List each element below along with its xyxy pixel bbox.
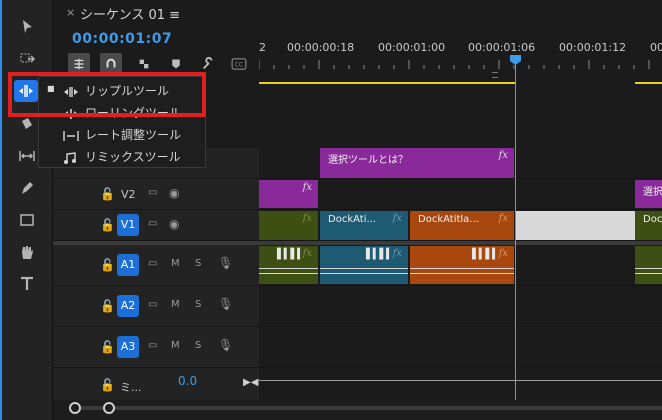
lock-icon[interactable]: 🔓 (100, 378, 115, 392)
audio-clip[interactable]: ▌▍▌▍ fx (410, 246, 514, 284)
sync-lock-icon[interactable]: ▭ (148, 187, 157, 198)
ruler-label: 00:00:01:00 (378, 41, 446, 54)
ruler-label: 00:00:00:18 (287, 41, 355, 54)
audio-waveform-icon: ▌▍▌▍ (366, 249, 394, 260)
rate-stretch-tool-icon (63, 130, 79, 141)
track-area-mix (259, 368, 662, 401)
panel-focus-bar (0, 0, 2, 420)
ruler-grip-icon[interactable] (492, 72, 498, 78)
menu-item-remix-tool[interactable]: リミックスツール (61, 148, 181, 165)
sync-lock-icon[interactable]: ▭ (148, 340, 157, 351)
ruler-ticks (259, 60, 650, 69)
lock-icon[interactable]: 🔓 (100, 340, 115, 354)
close-tab-icon[interactable]: × (66, 6, 75, 19)
ruler-label: 00:00:01:12 (559, 41, 627, 54)
audio-clip[interactable] (635, 246, 662, 284)
playhead-line[interactable] (515, 56, 516, 402)
audio-clip[interactable]: ▌▍▌▍ fx (259, 246, 318, 284)
svg-text:CC: CC (235, 62, 243, 69)
microphone-icon[interactable]: 🎙 (218, 297, 233, 311)
lock-icon[interactable]: 🔓 (100, 218, 115, 232)
horizontal-scrollbar[interactable] (72, 406, 662, 410)
track-name-v2: V2 (121, 188, 136, 201)
mix-marker-icon: ▶◀ (243, 377, 259, 388)
video-clip[interactable]: DockAti... fx (320, 211, 408, 240)
video-clip[interactable]: DockAtitla... fx (410, 211, 514, 240)
track-target-a1[interactable]: A1 (117, 254, 139, 276)
microphone-icon[interactable]: 🎙 (218, 338, 233, 352)
eye-icon[interactable]: ◉ (169, 186, 179, 200)
mix-volume-value[interactable]: 0.0 (178, 374, 197, 388)
slip-tool-icon[interactable] (14, 144, 40, 168)
bottom-bar (53, 400, 662, 420)
title-clip[interactable]: fx (259, 180, 318, 208)
track-header-v2: 🔓 V2 ▭ ◉ (53, 179, 259, 210)
track-header-a3: 🔓 A3 ▭ M S 🎙 (53, 327, 259, 368)
eye-icon[interactable]: ◉ (169, 217, 179, 231)
highlight-box (8, 72, 206, 117)
menu-item-rate-stretch-tool[interactable]: レート調整ツール (61, 126, 181, 143)
track-select-tool-icon[interactable] (14, 47, 40, 71)
track-target-v1[interactable]: V1 (117, 214, 139, 236)
remix-tool-icon (64, 151, 76, 164)
playhead-timecode[interactable]: 00:00:01:07 (72, 31, 172, 47)
track-area-v2 (259, 179, 662, 210)
audio-clip[interactable]: ▌▍▌▍ fx (320, 246, 408, 284)
selection-tool-icon[interactable] (14, 15, 40, 39)
mute-button[interactable]: M (171, 340, 180, 351)
lock-icon[interactable]: 🔓 (100, 187, 115, 201)
sync-lock-icon[interactable]: ▭ (148, 299, 157, 310)
captions-icon[interactable]: CC (228, 53, 250, 75)
scroll-right-handle[interactable] (103, 402, 115, 414)
ruler-label: 00 (650, 41, 662, 54)
track-area-a2 (259, 286, 662, 327)
microphone-icon[interactable]: 🎙 (218, 256, 233, 270)
lock-icon[interactable]: 🔓 (100, 299, 115, 313)
ruler-label: 00:00:01:06 (468, 41, 536, 54)
mute-button[interactable]: M (171, 258, 180, 269)
empty-gap-selection[interactable] (516, 211, 635, 240)
audio-waveform-icon: ▌▍▌▍ (472, 249, 500, 260)
solo-button[interactable]: S (195, 258, 201, 269)
track-header-a2: 🔓 A2 ▭ M S 🎙 (53, 286, 259, 327)
lock-icon[interactable]: 🔓 (100, 258, 115, 272)
mute-button[interactable]: M (171, 299, 180, 310)
track-target-a2[interactable]: A2 (117, 295, 139, 317)
video-clip[interactable]: Doc (635, 211, 662, 240)
pen-tool-icon[interactable] (14, 176, 40, 200)
type-tool-icon[interactable] (14, 272, 40, 296)
track-area-a3 (259, 327, 662, 368)
audio-waveform-icon: ▌▍▌▍ (277, 249, 305, 260)
solo-button[interactable]: S (195, 340, 201, 351)
video-clip[interactable]: fx (259, 211, 318, 240)
solo-button[interactable]: S (195, 299, 201, 310)
title-clip[interactable]: 選択 (635, 180, 662, 208)
sequence-tab-title[interactable]: シーケンス 01 ≡ (80, 4, 180, 23)
rectangle-tool-icon[interactable] (14, 208, 40, 232)
work-area-gap (515, 82, 635, 84)
track-name-mix: ミ... (120, 381, 142, 394)
ruler-label: 2 (259, 41, 266, 54)
sync-lock-icon[interactable]: ▭ (148, 218, 157, 229)
track-header-a1: 🔓 A1 ▭ M S 🎙 (53, 245, 259, 286)
track-header-mix: 🔓 ミ... 0.0 ▶◀ (53, 368, 259, 401)
sync-lock-icon[interactable]: ▭ (148, 258, 157, 269)
title-clip[interactable]: 選択ツールとは？ fx (320, 148, 514, 178)
scroll-left-handle[interactable] (69, 402, 81, 414)
track-target-a3[interactable]: A3 (117, 336, 139, 358)
hand-tool-icon[interactable] (14, 240, 40, 264)
track-header-v1: 🔓 V1 ▭ ◉ (53, 210, 259, 241)
